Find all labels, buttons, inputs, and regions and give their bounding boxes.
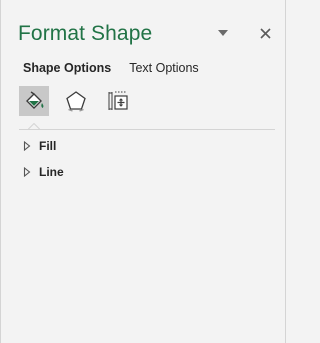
fill-line-tab[interactable] [19,86,49,116]
section-line[interactable]: Line [23,165,64,179]
options-tabs: Shape Options Text Options [23,61,199,75]
chevron-down-icon [218,30,228,36]
section-label: Fill [39,139,57,153]
format-shape-pane: Format Shape Shape Options Text Options [0,0,286,343]
option-icon-tabs [19,86,145,116]
expand-arrow-icon [23,167,31,177]
section-label: Line [39,165,64,179]
close-icon [259,27,271,39]
effects-icon [66,91,86,112]
size-properties-icon [108,91,128,110]
section-fill[interactable]: Fill [23,139,56,153]
task-pane-options-button[interactable] [212,22,234,44]
tab-shape-options[interactable]: Shape Options [23,61,111,75]
close-button[interactable] [254,22,276,44]
divider [19,129,275,130]
tab-text-options[interactable]: Text Options [129,61,198,75]
expand-arrow-icon [23,141,31,151]
size-properties-tab[interactable] [103,86,133,116]
fill-line-icon [26,91,44,109]
effects-tab[interactable] [61,86,91,116]
pane-title: Format Shape [18,22,153,45]
